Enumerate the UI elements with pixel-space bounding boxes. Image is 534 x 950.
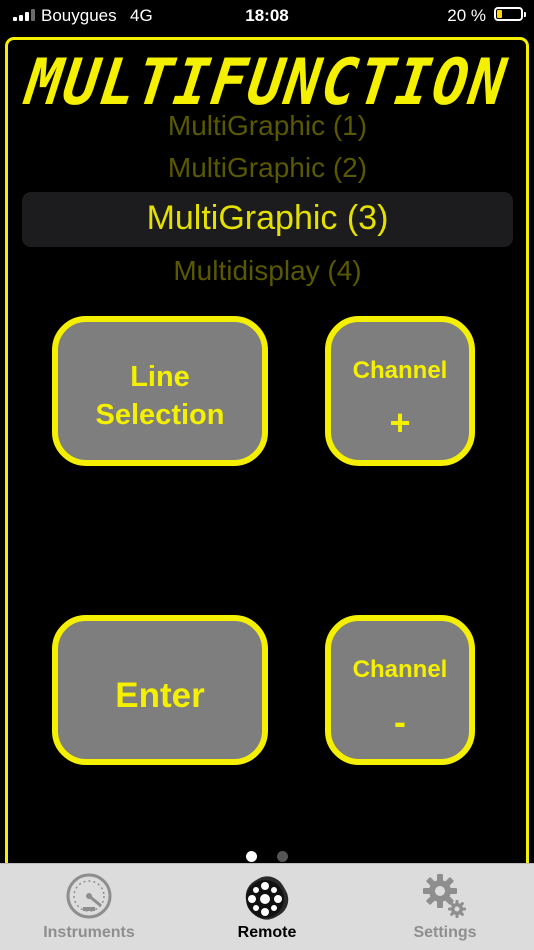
line-selection-label-line1: Line	[130, 361, 190, 393]
battery-icon	[494, 7, 526, 21]
picker-item-multigraphic-2[interactable]: MultiGraphic (2)	[22, 152, 513, 184]
channel-plus-label: Channel	[352, 357, 448, 384]
channel-minus-button[interactable]: Channel -	[325, 615, 475, 765]
picker-item-multidisplay-4[interactable]: Multidisplay (4)	[22, 255, 513, 287]
tab-remote[interactable]: Remote	[178, 864, 356, 950]
tab-remote-label: Remote	[237, 924, 297, 941]
tab-settings[interactable]: Settings	[356, 864, 534, 950]
battery-percentage: 20 %	[447, 6, 486, 25]
tab-instruments[interactable]: Instruments	[0, 864, 178, 950]
mode-picker[interactable]: MultiGraphic (1) MultiGraphic (2) MultiG…	[22, 110, 513, 300]
status-bar: Bouygues 4G 18:08 20 %	[0, 0, 534, 32]
line-selection-button[interactable]: Line Selection	[52, 316, 268, 466]
minus-icon: -	[394, 701, 406, 742]
gear-icon	[423, 874, 466, 918]
page-dot-1[interactable]	[245, 851, 257, 862]
channel-plus-button[interactable]: Channel +	[325, 316, 475, 466]
tab-bar: Instruments Remote Settings	[0, 863, 534, 950]
tab-instruments-label: Instruments	[43, 924, 135, 941]
enter-label: Enter	[115, 676, 205, 715]
picker-item-multigraphic-3[interactable]: MultiGraphic (3)	[22, 199, 513, 238]
picker-item-multigraphic-1[interactable]: MultiGraphic (1)	[22, 110, 513, 142]
page-title: MULTIFUNCTION	[21, 44, 513, 120]
page-dot-2[interactable]	[277, 851, 289, 862]
remote-icon	[245, 876, 289, 920]
line-selection-label-line2: Selection	[95, 399, 225, 431]
channel-minus-label: Channel	[352, 656, 448, 683]
enter-button[interactable]: Enter	[52, 615, 268, 765]
screen: Bouygues 4G 18:08 20 % MULTIFUNCTION Mul…	[0, 0, 534, 950]
tab-settings-label: Settings	[413, 924, 477, 941]
plus-icon: +	[389, 402, 411, 443]
gauge-icon	[66, 873, 112, 919]
